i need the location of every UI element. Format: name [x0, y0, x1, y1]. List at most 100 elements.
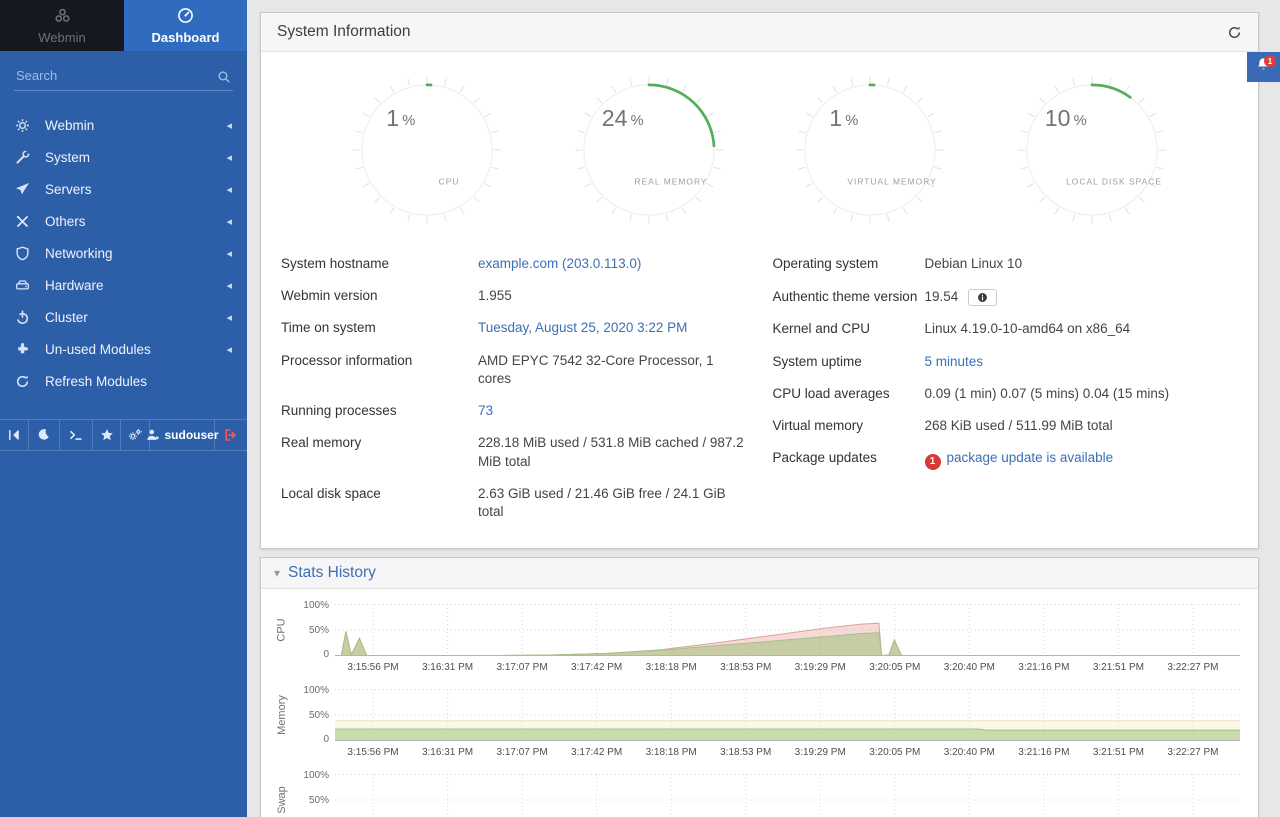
x-tick-label: 3:21:51 PM — [1093, 662, 1144, 673]
chevron-left-icon: ◂ — [226, 215, 232, 228]
info-value-link[interactable]: package update is available — [947, 450, 1114, 465]
puzzle-icon — [15, 341, 32, 357]
x-tick-label: 3:17:42 PM — [571, 747, 622, 758]
x-tick-label: 3:18:53 PM — [720, 747, 771, 758]
night-mode-button[interactable] — [29, 420, 60, 450]
sidebar-item-networking[interactable]: Networking◂ — [0, 237, 247, 269]
tab-dashboard-label: Dashboard — [152, 30, 220, 45]
shield-icon — [15, 245, 32, 261]
svg-text:24%: 24% — [601, 105, 643, 131]
info-row-local-disk-space: Local disk space2.63 GiB used / 21.46 Gi… — [281, 478, 747, 528]
info-column-right: Operating systemDebian Linux 10Authentic… — [773, 248, 1239, 528]
info-label: CPU load averages — [773, 386, 925, 401]
chart-axis-title: Memory — [276, 695, 288, 735]
x-tick-label: 3:20:40 PM — [944, 747, 995, 758]
chevron-left-icon: ◂ — [226, 311, 232, 324]
x-tick-label: 3:20:05 PM — [869, 747, 920, 758]
info-value-text: 19.54 — [925, 289, 959, 304]
logout-icon — [224, 428, 238, 442]
x-tick-label: 3:18:18 PM — [646, 662, 697, 673]
info-value-text: Linux 4.19.0-10-amd64 on x86_64 — [925, 321, 1131, 336]
collapse-sidebar-button[interactable] — [0, 420, 29, 450]
system-information-header: System Information — [261, 13, 1258, 52]
info-label: Time on system — [281, 320, 478, 335]
x-tick-label: 3:20:05 PM — [869, 662, 920, 673]
info-value-link[interactable]: 73 — [478, 403, 493, 418]
page-title: System Information — [277, 23, 411, 41]
svg-text:10%: 10% — [1045, 105, 1087, 131]
chevron-left-icon: ◂ — [226, 151, 232, 164]
x-tick-label: 3:18:18 PM — [646, 747, 697, 758]
username-label: sudouser — [165, 428, 219, 442]
info-row-time-on-system: Time on systemTuesday, August 25, 2020 3… — [281, 312, 747, 344]
search-input[interactable] — [14, 63, 233, 91]
info-value-text: 268 KiB used / 511.99 MiB total — [925, 418, 1113, 433]
tab-dashboard[interactable]: Dashboard — [124, 0, 247, 51]
info-value-text: 1.955 — [478, 288, 512, 303]
terminal-button[interactable] — [60, 420, 93, 450]
collapse-caret-icon: ▾ — [274, 566, 280, 580]
tab-webmin[interactable]: Webmin — [0, 0, 124, 51]
info-row-package-updates: Package updates1package update is availa… — [773, 442, 1239, 475]
info-row-webmin-version: Webmin version1.955 — [281, 280, 747, 312]
main-content: System Information 1%CPU24%REAL MEMORY1%… — [247, 0, 1280, 817]
sidebar-item-servers[interactable]: Servers◂ — [0, 173, 247, 205]
info-value-link[interactable]: example.com (203.0.113.0) — [478, 256, 641, 271]
chevron-left-icon: ◂ — [226, 343, 232, 356]
info-value-link[interactable]: 5 minutes — [925, 354, 984, 369]
x-tick-label: 3:17:07 PM — [497, 747, 548, 758]
sidebar-item-others[interactable]: Others◂ — [0, 205, 247, 237]
info-value-link[interactable]: Tuesday, August 25, 2020 3:22 PM — [478, 320, 687, 335]
info-value-text: Debian Linux 10 — [925, 256, 1023, 271]
notifications-tab[interactable]: 1 — [1247, 52, 1280, 82]
chevron-left-icon: ◂ — [226, 119, 232, 132]
gauges-row: 1%CPU24%REAL MEMORY1%VIRTUAL MEMORY10%LO… — [261, 52, 1258, 234]
tools-icon — [15, 213, 32, 229]
stats-history-panel: ▾ Stats History CPU100%50%03:15:56 PM3:1… — [260, 557, 1259, 817]
svg-text:LOCAL DISK SPACE: LOCAL DISK SPACE — [1066, 177, 1162, 187]
info-label: Running processes — [281, 403, 478, 418]
sidebar-item-label: Un-used Modules — [45, 342, 226, 357]
x-tick-label: 3:21:51 PM — [1093, 747, 1144, 758]
system-info-table: System hostnameexample.com (203.0.113.0)… — [261, 234, 1258, 548]
x-tick-label: 3:21:16 PM — [1018, 662, 1069, 673]
logout-button[interactable] — [215, 420, 247, 450]
info-label: Webmin version — [281, 288, 478, 303]
sidebar-item-cluster[interactable]: Cluster◂ — [0, 301, 247, 333]
sidebar-item-refresh-modules[interactable]: Refresh Modules — [0, 365, 247, 397]
gauge-real-memory: 24%REAL MEMORY — [565, 66, 733, 234]
dashboard-icon — [177, 7, 194, 27]
drive-icon — [15, 277, 32, 293]
user-button[interactable]: sudouser — [150, 420, 215, 450]
chevron-left-icon: ◂ — [226, 279, 232, 292]
info-row-cpu-load-averages: CPU load averages0.09 (1 min) 0.07 (5 mi… — [773, 378, 1239, 410]
info-row-authentic-theme-version: Authentic theme version19.54 — [773, 280, 1239, 313]
stats-history-header[interactable]: ▾ Stats History — [261, 558, 1258, 589]
stats-history-title: Stats History — [288, 564, 376, 582]
info-value-text: AMD EPYC 7542 32-Core Processor, 1 cores — [478, 353, 714, 386]
wrench-icon — [15, 149, 32, 165]
sidebar-item-hardware[interactable]: Hardware◂ — [0, 269, 247, 301]
stats-charts: CPU100%50%03:15:56 PM3:16:31 PM3:17:07 P… — [261, 589, 1258, 817]
theme-info-button[interactable] — [968, 289, 997, 306]
sidebar-item-un-used-modules[interactable]: Un-used Modules◂ — [0, 333, 247, 365]
chart-y-axis: 100%50%0 — [295, 774, 335, 817]
gauge-cpu: 1%CPU — [343, 66, 511, 234]
send-icon — [15, 181, 32, 197]
info-value-text: 228.18 MiB used / 531.8 MiB cached / 987… — [478, 435, 744, 468]
sidebar-item-system[interactable]: System◂ — [0, 141, 247, 173]
sidebar-item-webmin[interactable]: Webmin◂ — [0, 109, 247, 141]
sidebar-item-label: Hardware — [45, 278, 226, 293]
x-tick-label: 3:18:53 PM — [720, 662, 771, 673]
info-column-left: System hostnameexample.com (203.0.113.0)… — [281, 248, 747, 528]
favorites-button[interactable] — [93, 420, 121, 450]
update-count-badge: 1 — [925, 454, 941, 470]
webmin-logo-icon — [54, 7, 71, 27]
chart-plot-area — [335, 689, 1240, 741]
chart-y-axis: 100%50%0 — [295, 604, 335, 656]
info-value-text: 0.09 (1 min) 0.07 (5 mins) 0.04 (15 mins… — [925, 386, 1170, 401]
sidebar-item-label: Networking — [45, 246, 226, 261]
refresh-page-button[interactable] — [1227, 25, 1242, 40]
info-row-processor-information: Processor informationAMD EPYC 7542 32-Co… — [281, 345, 747, 395]
chart-plot-area — [335, 774, 1240, 817]
